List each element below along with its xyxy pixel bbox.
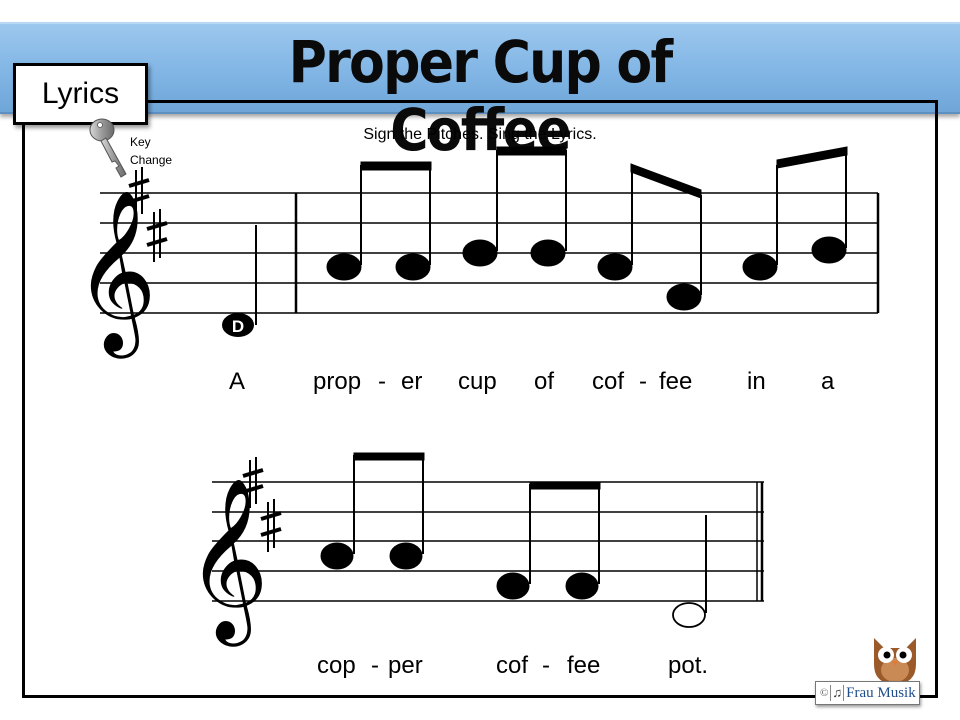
lyric-word: prop [313, 368, 362, 395]
beamed-eighths [326, 161, 432, 281]
lyric-word: cof [592, 368, 625, 395]
staff-2 [212, 481, 764, 602]
lyric-hyphen: - [378, 368, 386, 395]
lyric-word: a [821, 368, 835, 395]
lyric-word: pot. [668, 652, 709, 679]
beamed-eighths [462, 146, 567, 267]
lyric-word: cup [458, 368, 497, 395]
lyric-hyphen: - [542, 652, 550, 679]
lyric-word: of [534, 368, 555, 395]
note-d-pickup: D [222, 225, 257, 337]
lyric-word: cof [496, 652, 529, 679]
beamed-eighths [742, 146, 848, 281]
beamed-eighths [320, 452, 425, 570]
lyric-word: fee [659, 368, 693, 395]
beamed-eighths [597, 163, 702, 311]
lyric-hyphen: - [371, 652, 379, 679]
copyright-symbol: © [820, 687, 829, 699]
note-letter: D [232, 317, 244, 336]
music-notation: 𝄞 D 𝄞 [74, 146, 880, 647]
frau-musik-badge: © ♫ Frau Musik [815, 681, 920, 705]
lyric-word: cop [317, 652, 356, 679]
lyric-word: A [229, 368, 246, 395]
brand-name: Frau Musik [846, 684, 916, 701]
lyric-word: er [401, 368, 423, 395]
owl-icon [874, 638, 916, 684]
treble-clef-icon: 𝄞 [74, 189, 157, 359]
lyric-hyphen: - [639, 368, 647, 395]
notes-staff-1 [326, 146, 848, 311]
lyric-word: in [747, 368, 766, 395]
lyric-word: fee [567, 652, 601, 679]
lyric-word: per [388, 652, 423, 679]
music-note-icon: ♫ [830, 685, 845, 701]
